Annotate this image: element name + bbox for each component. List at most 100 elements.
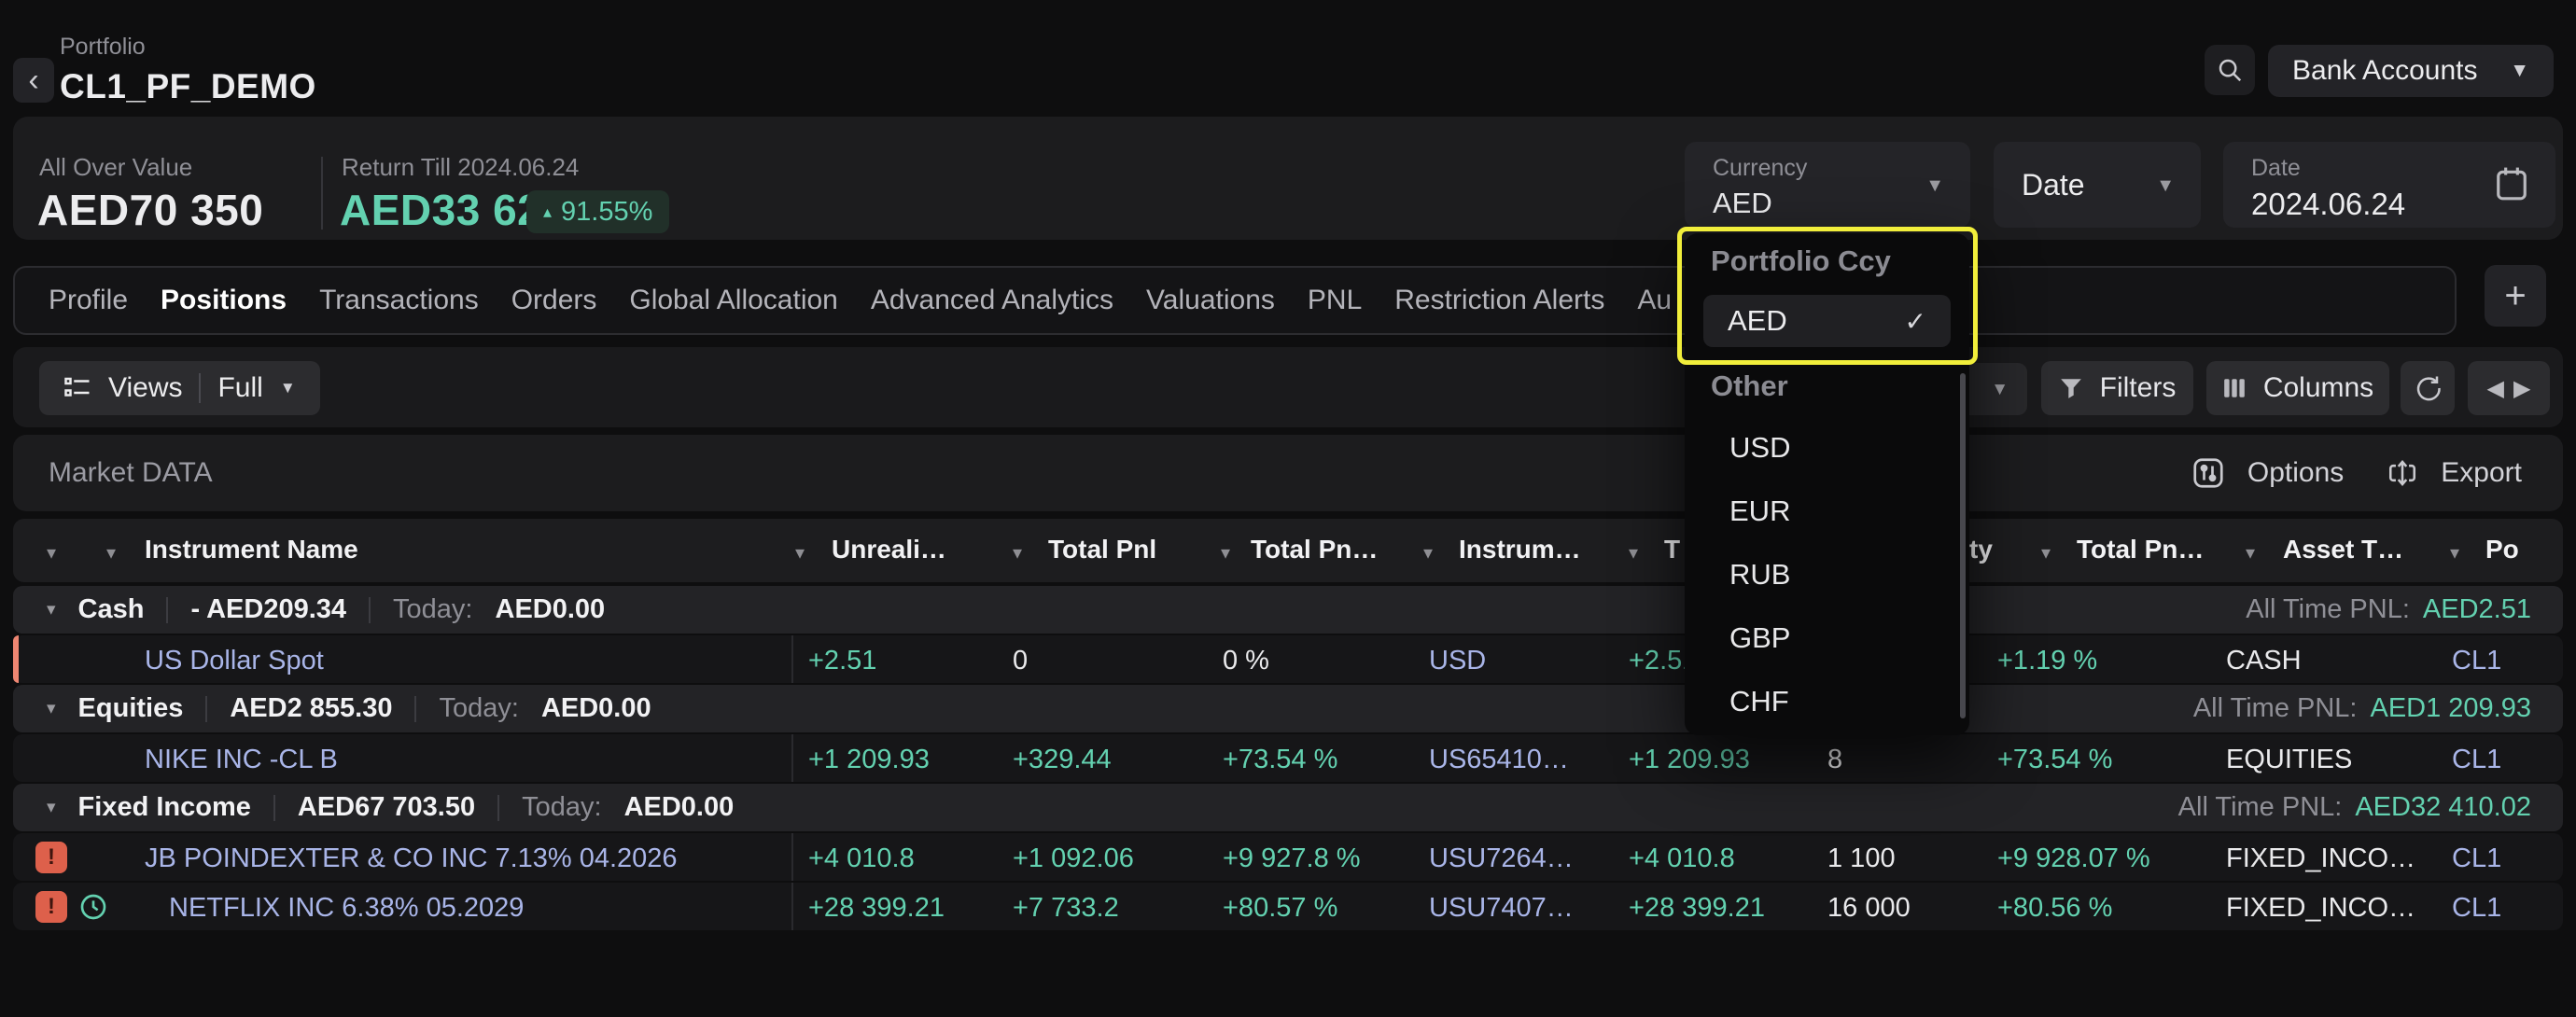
currency-menu-selected-item[interactable]: AED ✓: [1703, 295, 1951, 347]
market-data-section: Market DATA Options Export: [13, 435, 2563, 511]
column-header-pf[interactable]: Po: [2485, 535, 2519, 564]
currency-select-label: Currency: [1713, 155, 1807, 182]
sort-chevron-icon[interactable]: ▾: [47, 541, 56, 564]
column-header-t[interactable]: T: [1664, 535, 1680, 564]
tab-au[interactable]: Au: [1637, 285, 1672, 316]
sort-chevron-icon[interactable]: ▾: [106, 541, 116, 564]
pager-button[interactable]: ◀ ▶: [2468, 361, 2550, 415]
tab-restriction-alerts[interactable]: Restriction Alerts: [1394, 285, 1604, 316]
tab-positions[interactable]: Positions: [161, 285, 287, 316]
all-over-value-label: All Over Value: [39, 153, 192, 182]
export-button[interactable]: Export: [2387, 457, 2522, 489]
group-name: Fixed Income: [78, 792, 251, 823]
instrument-name-link[interactable]: US Dollar Spot: [145, 646, 324, 676]
cell-total_pnl_pct: +80.57 %: [1223, 893, 1337, 924]
instrument-row[interactable]: NIKE INC -CL B+1 209.93+329.44+73.54 %US…: [13, 734, 2563, 782]
group-today-label: Today:: [439, 693, 518, 724]
group-divider: [205, 696, 207, 722]
tab-advanced-analytics[interactable]: Advanced Analytics: [871, 285, 1113, 316]
currency-option-rub[interactable]: RUB: [1685, 543, 1969, 606]
sort-chevron-icon[interactable]: ▾: [795, 541, 805, 564]
currency-option-gbp[interactable]: GBP: [1685, 606, 1969, 670]
cell-asset: CASH: [2226, 646, 2302, 676]
arrow-right-icon: ▶: [2513, 375, 2530, 402]
column-header-instrument-name[interactable]: Instrument Name: [145, 535, 358, 564]
instrument-row[interactable]: !JB POINDEXTER & CO INC 7.13% 04.2026+4 …: [13, 833, 2563, 881]
group-row-fixed-income[interactable]: ▾Fixed IncomeAED67 703.50Today:AED0.00Al…: [13, 784, 2563, 831]
currency-select-value: AED: [1713, 187, 1772, 220]
group-today-value: AED0.00: [541, 693, 651, 724]
group-today-value: AED0.00: [624, 792, 735, 823]
collapse-chevron-icon[interactable]: ▾: [47, 797, 56, 818]
currency-option-eur[interactable]: EUR: [1685, 480, 1969, 543]
refresh-button[interactable]: [2401, 361, 2455, 415]
instrument-row[interactable]: US Dollar Spot+2.5100 %USD+2.51+1.19 %CA…: [13, 635, 2563, 683]
filters-button[interactable]: Filters: [2041, 361, 2193, 415]
group-divider: [166, 597, 168, 623]
sort-chevron-icon[interactable]: ▾: [1423, 541, 1433, 564]
cell-total_pnl: 0: [1013, 646, 1028, 676]
options-icon: [2191, 456, 2225, 490]
group-row-cash[interactable]: ▾Cash- AED209.34Today:AED0.00All Time PN…: [13, 586, 2563, 634]
cell-unrealized: +2.51: [808, 646, 876, 676]
currency-select[interactable]: Currency AED ▼: [1685, 142, 1970, 228]
date-field-label: Date: [2251, 155, 2301, 182]
column-header-qty[interactable]: ty: [1969, 535, 1993, 564]
currency-menu-options: USDEURRUBGBPCHF: [1685, 416, 1969, 733]
sort-chevron-icon[interactable]: ▾: [2450, 541, 2459, 564]
search-button[interactable]: [2205, 45, 2255, 95]
collapse-chevron-icon[interactable]: ▾: [47, 698, 56, 719]
instrument-name-link[interactable]: NIKE INC -CL B: [145, 745, 338, 775]
chevron-down-icon: ▼: [1925, 175, 1944, 197]
sort-chevron-icon[interactable]: ▾: [2041, 541, 2051, 564]
return-label: Return Till 2024.06.24: [342, 153, 579, 182]
instrument-row[interactable]: !NETFLIX INC 6.38% 05.2029+28 399.21+7 7…: [13, 883, 2563, 930]
tab-orders[interactable]: Orders: [511, 285, 597, 316]
column-header-unrealized[interactable]: Unreali…: [832, 535, 946, 564]
instrument-name-link[interactable]: NETFLIX INC 6.38% 05.2029: [169, 893, 524, 924]
cell-total_pnl: +7 733.2: [1013, 893, 1119, 924]
sort-chevron-icon[interactable]: ▾: [1221, 541, 1230, 564]
collapse-chevron-icon[interactable]: ▾: [47, 599, 56, 620]
options-label: Options: [2247, 457, 2344, 489]
columns-button[interactable]: Columns: [2206, 361, 2389, 415]
column-divider: [791, 833, 793, 881]
tab-global-allocation[interactable]: Global Allocation: [629, 285, 837, 316]
cell-total_pnl_pct: +9 927.8 %: [1223, 843, 1361, 874]
column-header-asset[interactable]: Asset T…: [2283, 535, 2403, 564]
back-button[interactable]: ‹: [13, 58, 54, 103]
instrument-name-link[interactable]: JB POINDEXTER & CO INC 7.13% 04.2026: [145, 843, 678, 874]
add-tab-button[interactable]: +: [2485, 265, 2546, 327]
cell-pct2: +80.56 %: [1997, 893, 2112, 924]
tab-profile[interactable]: Profile: [49, 285, 128, 316]
column-header-total_pnl_pct[interactable]: Total Pn…: [1251, 535, 1378, 564]
date-mode-select[interactable]: Date ▼: [1994, 142, 2201, 228]
column-header-pct2[interactable]: Total Pn…: [2077, 535, 2204, 564]
filters-label: Filters: [2100, 372, 2177, 404]
currency-option-usd[interactable]: USD: [1685, 416, 1969, 480]
currency-option-chf[interactable]: CHF: [1685, 670, 1969, 733]
tab-pnl[interactable]: PNL: [1308, 285, 1362, 316]
group-row-right: All Time PNL:AED32 410.02: [2178, 784, 2531, 831]
sort-chevron-icon[interactable]: ▾: [1629, 541, 1638, 564]
options-button[interactable]: Options: [2191, 456, 2344, 490]
all-time-pnl-label: All Time PNL:: [2246, 594, 2410, 625]
scrollbar-thumb[interactable]: [1960, 373, 1966, 718]
tab-valuations[interactable]: Valuations: [1146, 285, 1275, 316]
sort-chevron-icon[interactable]: ▾: [1013, 541, 1022, 564]
views-button[interactable]: Views Full ▼: [39, 361, 320, 415]
group-row-right: All Time PNL:AED2.51: [2246, 586, 2531, 634]
group-divider: [273, 795, 275, 821]
group-row-equities[interactable]: ▾EquitiesAED2 855.30Today:AED0.00All Tim…: [13, 685, 2563, 732]
column-header-total_pnl[interactable]: Total Pnl: [1048, 535, 1156, 564]
column-header-instrument[interactable]: Instrum…: [1459, 535, 1581, 564]
sort-chevron-icon[interactable]: ▾: [2246, 541, 2255, 564]
column-divider: [791, 635, 793, 683]
cell-qty: 1 100: [1827, 843, 1896, 874]
tab-transactions[interactable]: Transactions: [319, 285, 479, 316]
bank-accounts-dropdown[interactable]: Bank Accounts ▼: [2268, 45, 2554, 97]
clock-icon: [78, 892, 108, 922]
cell-asset: FIXED_INCO…: [2226, 893, 2415, 924]
date-field[interactable]: Date 2024.06.24: [2223, 142, 2555, 228]
group-row-left: ▾Fixed IncomeAED67 703.50Today:AED0.00: [47, 784, 734, 831]
